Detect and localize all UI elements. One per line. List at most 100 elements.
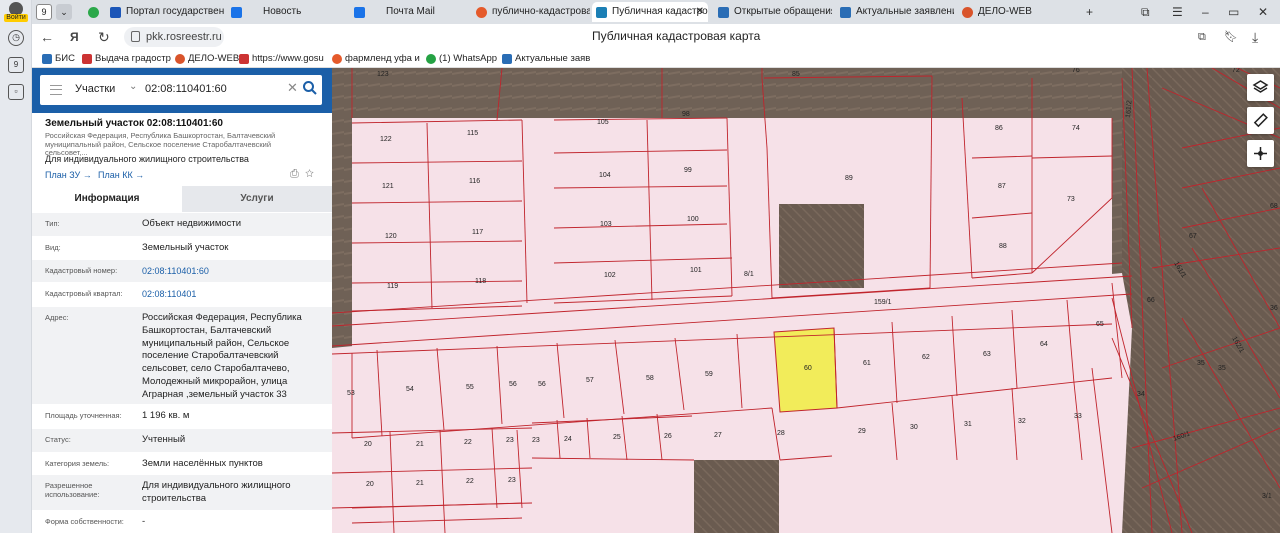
parcel-label: 63	[983, 351, 991, 358]
flag-icon	[82, 54, 92, 64]
history-icon[interactable]: ◷	[8, 30, 24, 46]
tab-services[interactable]: Услуги	[182, 186, 332, 212]
menu-icon[interactable]	[50, 85, 62, 95]
minimize-icon[interactable]: –	[1202, 2, 1209, 22]
ruler-button[interactable]	[1247, 107, 1274, 134]
menu-icon[interactable]: ☰	[1172, 2, 1183, 22]
parcel-label: 22	[466, 478, 474, 485]
parcel-label: 23	[508, 477, 516, 484]
bookmark-item[interactable]: Актуальные заяв	[502, 52, 590, 66]
bookmark-label: https://www.gosu	[252, 53, 324, 64]
parcel-label: 31	[964, 421, 972, 428]
tab-yandex-search[interactable]: публично-кадастрова	[472, 2, 590, 22]
rosreestr-icon	[596, 7, 607, 18]
parcel-label: 85	[792, 71, 800, 78]
tab-actual[interactable]: Актуальные заявления	[836, 2, 954, 22]
bookmark-item[interactable]: БИС	[42, 52, 75, 66]
sidebar-badge: 9	[13, 60, 19, 69]
extension-icon[interactable]: ⧉	[1198, 28, 1206, 46]
field-row: Адрес: Российская Федерация, Республика Б…	[32, 307, 332, 405]
tab-pinned[interactable]	[84, 2, 104, 22]
parcel-label: 105	[597, 119, 609, 126]
field-row: Кадастровый номер: 02:08:110401:60	[32, 260, 332, 283]
field-row: Форма собственности: -	[32, 511, 332, 533]
parcel-label: 24	[564, 436, 572, 443]
bookmarks-bar: БИС Выдача градостр ДЕЛО-WEB https://www…	[32, 50, 1280, 68]
close-window-icon[interactable]: ✕	[1258, 2, 1268, 22]
cadastral-number-link[interactable]: 02:08:110401:60	[142, 265, 327, 278]
appeals-icon	[718, 7, 729, 18]
parcel-label: 101	[690, 267, 702, 274]
cadastral-quarter-link[interactable]: 02:08:110401	[142, 288, 327, 301]
parcel-label: 60	[804, 365, 812, 372]
map-canvas[interactable]: 123 85 76 72 105 98 122 115 86 74 121 116 104 99 89 87 7…	[332, 68, 1280, 533]
field-key: Кадастровый квартал:	[45, 289, 123, 298]
cadastral-map[interactable]: 123 85 76 72 105 98 122 115 86 74 121 116 104 99 89 87 7…	[332, 68, 1280, 533]
collections-icon[interactable]: ⧉	[1141, 2, 1150, 22]
parcel-label: 99	[684, 167, 692, 174]
field-row: Площадь уточненная: 1 196 кв. м	[32, 405, 332, 429]
field-key: Категория земель:	[45, 459, 110, 468]
parcel-label: 25	[613, 434, 621, 441]
category-select[interactable]: Участки	[75, 83, 115, 95]
bookmark-item[interactable]: ДЕЛО-WEB	[175, 52, 239, 66]
tab-appeals[interactable]: Открытые обращения	[714, 2, 832, 22]
maximize-icon[interactable]: ▭	[1228, 2, 1239, 22]
parcel-label: 61	[863, 360, 871, 367]
bookmark-icon[interactable]: 🔖︎	[1224, 28, 1238, 46]
tab-delo[interactable]: ДЕЛО-WEB	[958, 2, 1076, 22]
search-input[interactable]: 02:08:110401:60	[145, 83, 227, 95]
field-key: Статус:	[45, 435, 71, 444]
screenshot-icon[interactable]: ▫	[8, 84, 24, 100]
parcel-label: 58	[646, 375, 654, 382]
yandex-icon	[332, 54, 342, 64]
back-icon[interactable]: ←	[40, 28, 54, 46]
plan-zu-link[interactable]: План ЗУ →	[45, 170, 92, 180]
print-icon[interactable]: ⎙	[290, 168, 299, 180]
tabs-counter[interactable]: 9	[36, 4, 52, 20]
chevron-down-icon[interactable]: ⌄	[56, 4, 72, 20]
parcel-label: 21	[416, 441, 424, 448]
tab-count-icon[interactable]: 9	[8, 57, 24, 73]
star-icon[interactable]: ☆	[305, 168, 314, 180]
new-tab-icon[interactable]: +	[1086, 2, 1093, 22]
chevron-down-icon[interactable]: ⌄	[129, 81, 137, 92]
parcel-label: 74	[1072, 125, 1080, 132]
parcel-label: 119	[387, 283, 398, 290]
flag-icon	[239, 54, 249, 64]
bookmark-item[interactable]: фармленд уфа и	[332, 52, 420, 66]
search-bar: Участки ⌄ 02:08:110401:60 ✕ ‹	[32, 68, 332, 113]
yandex-logo-icon[interactable]: Я	[70, 28, 79, 46]
parcel-label: 120	[385, 233, 397, 240]
tab-mail[interactable]: Почта Mail	[350, 2, 468, 22]
parcel-label: 29	[858, 428, 866, 435]
download-icon[interactable]: ⤓	[1252, 28, 1258, 46]
layers-button[interactable]	[1247, 74, 1274, 101]
parcel-label: 20	[364, 441, 372, 448]
bookmark-item[interactable]: (1) WhatsApp	[426, 52, 497, 66]
field-value: Учтенный	[142, 434, 186, 445]
bookmark-item[interactable]: https://www.gosu	[239, 52, 324, 66]
plan-kk-link[interactable]: План КК →	[98, 170, 144, 180]
parcel-label: 22	[464, 439, 472, 446]
locate-button[interactable]	[1247, 140, 1274, 167]
tab-news[interactable]: Новость	[227, 2, 347, 22]
parcel-label: 30	[910, 424, 918, 431]
field-row: Тип: Объект недвижимости	[32, 213, 332, 237]
clear-icon[interactable]: ✕	[287, 80, 298, 96]
tab-info[interactable]: Информация	[32, 186, 182, 212]
object-actions: ⎙ ☆	[290, 168, 314, 181]
tab-gosuslugi[interactable]: Портал государственн	[106, 2, 224, 22]
layers-icon	[1252, 80, 1269, 93]
tab-label: Актуальные заявления	[856, 6, 954, 17]
tab-pkk-active[interactable]: Публичная кадастро ✕	[592, 2, 708, 22]
reload-icon[interactable]: ↻	[98, 28, 110, 46]
bookmark-item[interactable]: Выдача градостр	[82, 52, 171, 66]
search-icon[interactable]	[302, 80, 318, 96]
login-button[interactable]: Войти	[4, 2, 28, 22]
close-icon[interactable]: ✕	[696, 2, 704, 22]
url-text: pkk.rosreestr.ru	[146, 31, 222, 43]
info-panel: Участки ⌄ 02:08:110401:60 ✕ ‹ Земельный …	[32, 68, 332, 533]
url-field[interactable]: pkk.rosreestr.ru	[124, 27, 224, 47]
field-key: Тип:	[45, 219, 60, 228]
